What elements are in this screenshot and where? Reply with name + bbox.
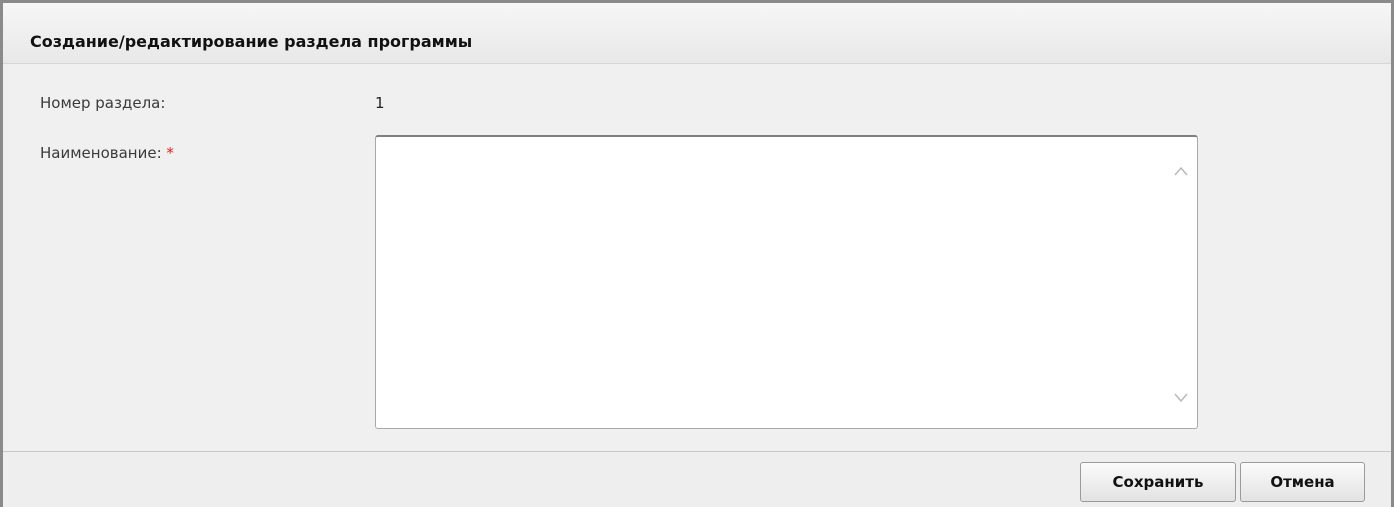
name-label-row: Наименование: * bbox=[40, 143, 174, 163]
edit-section-dialog: Создание/редактирование раздела программ… bbox=[0, 0, 1394, 507]
name-label: Наименование: bbox=[40, 144, 162, 162]
cancel-button[interactable]: Отмена bbox=[1240, 462, 1365, 502]
dialog-titlebar: Создание/редактирование раздела программ… bbox=[3, 3, 1391, 64]
section-number-label: Номер раздела: bbox=[40, 94, 166, 112]
section-number-value: 1 bbox=[375, 94, 385, 112]
dialog-title: Создание/редактирование раздела программ… bbox=[30, 32, 473, 51]
required-marker: * bbox=[166, 144, 174, 162]
chevron-down-icon[interactable] bbox=[1173, 392, 1189, 404]
chevron-up-icon[interactable] bbox=[1173, 165, 1189, 177]
save-button[interactable]: Сохранить bbox=[1080, 462, 1236, 502]
name-textarea[interactable] bbox=[375, 135, 1198, 429]
